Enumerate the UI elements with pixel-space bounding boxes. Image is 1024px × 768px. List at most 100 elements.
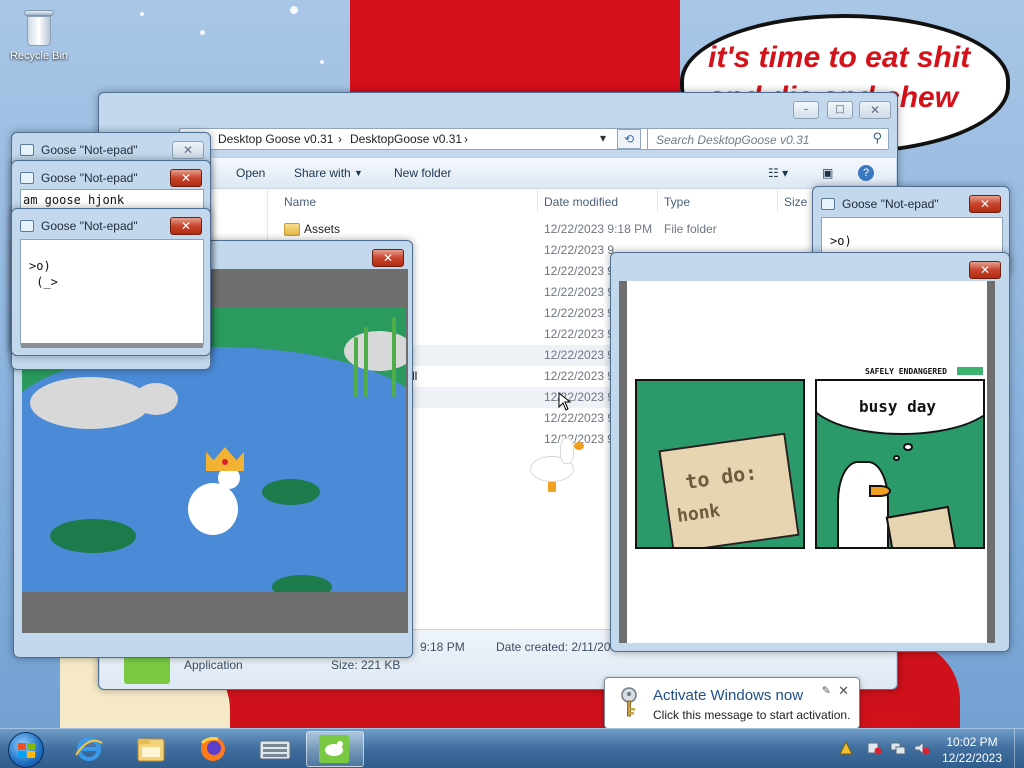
view-options-icon[interactable]: ☷ ▾: [768, 166, 788, 180]
action-center-icon[interactable]: [866, 741, 882, 755]
key-icon: [621, 687, 637, 717]
activation-notification[interactable]: Activate Windows now Click this message …: [604, 677, 860, 729]
taskbar-desktop-goose[interactable]: [306, 731, 364, 767]
details-modified: 9:18 PM: [420, 640, 465, 654]
notification-title: Activate Windows now: [653, 687, 804, 704]
jewel-shape: [222, 459, 228, 465]
reed-shape: [392, 317, 396, 397]
file-date: 12/22/2023 9:18 PM: [544, 222, 653, 236]
keyboard-app-icon: [259, 740, 291, 760]
clock-time[interactable]: 10:02 PM: [932, 735, 1012, 749]
close-button[interactable]: ✕: [859, 101, 891, 119]
network-icon[interactable]: [890, 741, 906, 755]
volume-muted-icon[interactable]: [914, 741, 930, 755]
goose-image-window-comic: ✕ SAFELY ENDANGERED to do: honk busy day: [610, 252, 1010, 652]
clock-date[interactable]: 12/22/2023: [932, 751, 1012, 765]
maximize-button[interactable]: □: [827, 101, 853, 119]
notification-message: Click this message to start activation.: [653, 708, 851, 722]
window-title: Goose "Not-epad": [41, 171, 138, 185]
show-desktop-button[interactable]: [1014, 729, 1024, 768]
notepad-text-area[interactable]: >o) (_>: [20, 239, 204, 345]
close-button[interactable]: ✕: [170, 169, 202, 187]
column-divider: [657, 189, 658, 213]
refresh-icon[interactable]: ⟲: [617, 129, 641, 149]
desktop-icon-label: Recycle Bin: [9, 50, 69, 62]
goose-neck-shape: [560, 438, 574, 464]
breadcrumb-item[interactable]: DesktopGoose v0.31: [350, 132, 462, 146]
open-button[interactable]: Open: [236, 166, 265, 180]
chevron-down-icon[interactable]: ▾: [600, 131, 606, 145]
lily-pad-shape: [262, 479, 320, 505]
column-header-name[interactable]: Name: [284, 195, 316, 209]
comic-panel-2: busy day: [815, 379, 985, 549]
file-type: File folder: [664, 222, 717, 236]
share-with-button[interactable]: Share with: [294, 166, 351, 180]
lily-pad-shape: [50, 519, 136, 553]
taskbar-internet-explorer[interactable]: [60, 731, 118, 767]
lily-pad-shape: [272, 575, 332, 592]
windows-logo-icon: [18, 743, 35, 758]
window-title: Goose "Not-epad": [41, 143, 138, 157]
close-button[interactable]: ✕: [170, 217, 202, 235]
column-header-type[interactable]: Type: [664, 195, 690, 209]
comic-thought-text: busy day: [859, 397, 937, 416]
close-button[interactable]: ✕: [172, 141, 204, 159]
snowflake-shape: [290, 6, 298, 14]
desktop-icon-recycle-bin[interactable]: Recycle Bin: [4, 8, 74, 62]
goose-beak-shape: [869, 485, 891, 497]
new-folder-button[interactable]: New folder: [394, 166, 451, 180]
help-icon[interactable]: ?: [858, 165, 874, 181]
scrollbar[interactable]: [21, 343, 203, 348]
column-header-size[interactable]: Size: [784, 195, 807, 209]
scroll-shape: [885, 505, 957, 547]
minimize-button[interactable]: –: [793, 101, 819, 119]
todo-scroll-shape: [658, 432, 800, 547]
file-name: Assets: [304, 222, 341, 236]
recycle-bin-icon: [24, 8, 54, 46]
notepad-text: am goose hjonk: [23, 193, 125, 207]
command-bar: Open Share with ▼ New folder ☷ ▾ ▣ ?: [100, 157, 896, 189]
close-button[interactable]: ✕: [372, 249, 404, 267]
notepad-text-line: >o): [29, 259, 51, 273]
taskbar-file-explorer[interactable]: [122, 731, 180, 767]
taskbar-keyboard-app[interactable]: [246, 731, 304, 767]
goose-beak-shape: [574, 442, 584, 450]
taskbar: 10:02 PM 12/22/2023: [0, 728, 1024, 768]
goose-shape: [837, 461, 889, 547]
desktop-goose-icon: [319, 735, 349, 763]
start-button[interactable]: [8, 732, 44, 768]
comic-brand-badge: [957, 367, 983, 375]
options-icon[interactable]: ✎: [822, 684, 831, 697]
close-button[interactable]: ✕: [969, 195, 1001, 213]
details-size: Size: 221 KB: [331, 658, 401, 672]
comic-panel-1: to do: honk: [635, 379, 805, 549]
file-row[interactable]: Assets 12/22/2023 9:18 PM File folder: [268, 219, 896, 240]
reed-shape: [354, 337, 358, 397]
notification-flag-icon[interactable]: [838, 741, 854, 755]
column-divider: [777, 189, 778, 213]
close-icon[interactable]: ✕: [838, 684, 849, 699]
window-title: Goose "Not-epad": [842, 197, 939, 211]
search-input[interactable]: Search DesktopGoose v0.31 ⚲: [647, 128, 889, 150]
comic-image: SAFELY ENDANGERED to do: honk busy day: [619, 281, 995, 643]
rock-shape: [30, 377, 150, 429]
file-date: 12/22/2023 9: [544, 327, 615, 341]
folder-icon: [284, 223, 300, 236]
notepad-text: >o): [830, 234, 852, 248]
taskbar-firefox[interactable]: [184, 731, 242, 767]
mouse-cursor-icon: [558, 392, 572, 411]
goose-foot-shape: [548, 482, 556, 492]
notepad-text-line: (_>: [29, 275, 58, 289]
file-date: 12/22/2023 9: [544, 243, 615, 257]
search-icon[interactable]: ⚲: [872, 131, 882, 146]
preview-pane-icon[interactable]: ▣: [822, 166, 833, 180]
breadcrumb-separator: ›: [464, 132, 468, 146]
column-header-date-modified[interactable]: Date modified: [544, 195, 618, 209]
notepad-icon: [20, 144, 34, 156]
close-button[interactable]: ✕: [969, 261, 1001, 279]
snowflake-shape: [200, 30, 205, 35]
breadcrumb-item[interactable]: Desktop Goose v0.31: [218, 132, 333, 146]
file-date: 12/22/2023 9: [544, 306, 615, 320]
details-type: Application: [184, 658, 243, 672]
comic-brand: SAFELY ENDANGERED: [865, 367, 947, 376]
